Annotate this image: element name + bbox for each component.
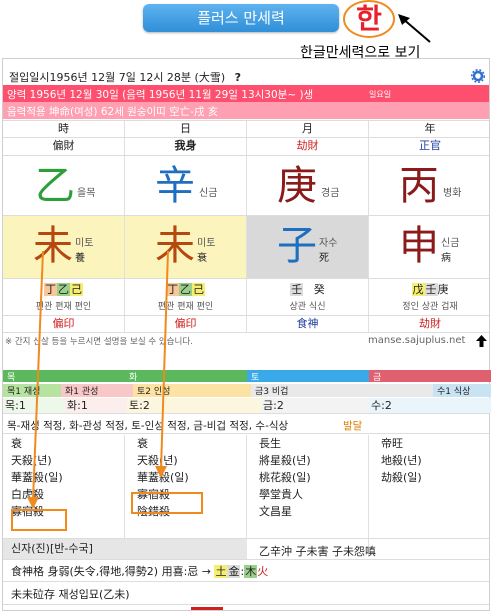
branch-month[interactable]: 子 자수 死	[247, 216, 369, 278]
stage-year[interactable]: 帝旺	[381, 435, 491, 452]
shinsal-item[interactable]: 桃花殺(일)	[259, 469, 368, 486]
ten-god-day-stem[interactable]: 我身	[125, 137, 247, 155]
hidden-stems-day[interactable]: 丁乙己 편관 편재 편인	[125, 279, 247, 315]
structure-row: 食神格 身弱(失令,得地,得勢2) 用喜:忌 → 土金:木火	[3, 559, 489, 582]
count-metal: 금:2	[261, 398, 369, 413]
element-sub-earth: 토2 인성	[133, 384, 251, 397]
hangul-view-button[interactable]: 한	[343, 0, 395, 38]
branch-year[interactable]: 申 신금 病	[369, 216, 491, 278]
arrow-up-icon[interactable]	[476, 335, 487, 347]
hidden-stems-row: 丁乙己 편관 편재 편인 丁乙己 편관 편재 편인 壬 癸 상관 식신 戊壬庚 …	[3, 279, 489, 316]
note-text: ※ 간지 신살 등을 누르시면 설명을 보실 수 있습니다.	[5, 337, 193, 347]
ten-god-year-stem[interactable]: 正官	[369, 137, 491, 155]
hidden-stems-month[interactable]: 壬 癸 상관 식신	[247, 279, 369, 315]
stems-row: 乙 을목 辛 신금 庚 경금 丙 병화	[3, 156, 489, 216]
element-sub-wood: 목1 재성	[3, 384, 61, 397]
help-icon[interactable]: ?	[235, 71, 241, 84]
site-link[interactable]: manse.sajuplus.net	[368, 335, 465, 346]
element-sub-fire: 화1 관성	[61, 384, 133, 397]
stage-hour[interactable]: 衰	[11, 435, 124, 452]
pillar-header-year: 年	[424, 122, 436, 135]
stem-hour[interactable]: 乙 을목	[3, 156, 125, 215]
stage-day[interactable]: 衰	[137, 435, 246, 452]
gear-icon[interactable]	[471, 69, 485, 83]
elements-summary: 목-재성 적정, 화-관성 적정, 토-인성 적정, 금-비겁 적정, 수-식상…	[3, 415, 489, 434]
pillar-header-hour: 時	[3, 121, 125, 137]
branches-row: 未 미토 養 未 미토 衰 子 자수 死 申 신금 病	[3, 216, 489, 279]
stem-month[interactable]: 庚 경금	[247, 156, 369, 215]
solar-birth-line: 양력 1956년 12월 30일 (음력 1956년 11월 29일 13시30…	[3, 85, 489, 102]
annotation-arrow-icon	[398, 14, 431, 43]
count-fire: 화:1	[65, 398, 127, 413]
highlight-box-day	[131, 492, 203, 514]
stage-month[interactable]: 長生	[259, 435, 368, 452]
hidden-stems-year[interactable]: 戊壬庚 정인 상관 겁재	[369, 279, 491, 315]
combination-row: 신자(진)[반-수국] 乙辛沖 子未害 子未怨嗔	[3, 538, 489, 560]
ten-gods-bottom: 偏印 偏印 食神 劫財	[3, 316, 489, 333]
count-earth: 토:2	[127, 398, 261, 413]
structure-text[interactable]: 食神格 身弱(失令,得地,得勢2) 用喜:忌 → 土金:木火	[11, 563, 268, 579]
shinsal-item[interactable]: 天殺(년)	[137, 452, 246, 469]
element-fire: 화	[125, 370, 247, 383]
count-water: 수:2	[369, 398, 491, 413]
ten-gods-top: 偏財 我身 劫財 正官	[3, 137, 489, 156]
scroll-indicator	[191, 607, 223, 610]
count-wood: 목:1	[3, 398, 65, 413]
hidden-stems-hour[interactable]: 丁乙己 편관 편재 편인	[3, 279, 125, 315]
elements-sub: 목1 재성 화1 관성 토2 인성 금3 비겁 수1 식상	[3, 384, 491, 397]
clash-list[interactable]: 乙辛沖 子未害 子未怨嗔	[259, 543, 376, 559]
shinsal-item[interactable]: 劫殺(일)	[381, 469, 491, 486]
shinsal-item[interactable]: 將星殺(년)	[259, 452, 368, 469]
shinsal-item[interactable]: 華蓋殺(일)	[11, 469, 124, 486]
elements-header: 목 화 토 금	[3, 370, 491, 383]
element-sub-water: 수1 식상	[433, 384, 491, 397]
lunar-birth-line: 음력적용 坤命(여성) 62세 원숭이띠 空亡-戌 亥	[3, 102, 489, 119]
shinsal-item[interactable]: 地殺(년)	[381, 452, 491, 469]
ten-god-hour-branch[interactable]: 偏印	[3, 316, 125, 332]
highlight-box-hour	[11, 509, 67, 531]
combination-left[interactable]: 신자(진)[반-수국]	[3, 539, 247, 559]
elements-counts: 목:1 화:1 토:2 금:2 수:2	[3, 398, 491, 414]
ten-god-month-branch[interactable]: 食神	[247, 316, 369, 332]
shinsal-item[interactable]: 學堂貴人	[259, 486, 368, 503]
main-panel: 절입일시1956년 12월 7일 12시 28분 (大雪) ? 양력 1956년…	[2, 58, 491, 611]
term-date-line: 절입일시1956년 12월 7일 12시 28분 (大雪) ?	[9, 71, 242, 84]
pillar-headers: 時 日 月 年	[3, 120, 489, 138]
stem-year[interactable]: 丙 병화	[369, 156, 491, 215]
app-title-button[interactable]: 플러스 만세력	[143, 4, 339, 32]
element-wood: 목	[3, 370, 125, 383]
pillar-header-month: 月	[247, 121, 369, 137]
branch-day[interactable]: 未 미토 衰	[125, 216, 247, 278]
ten-god-month-stem[interactable]: 劫財	[247, 137, 369, 155]
ten-god-day-branch[interactable]: 偏印	[125, 316, 247, 332]
shinsal-item[interactable]: 白虎殺	[11, 486, 124, 503]
element-sub-metal: 금3 비겁	[251, 384, 433, 397]
ten-god-hour-stem[interactable]: 偏財	[3, 137, 125, 155]
shinsal-item[interactable]: 天殺(년)	[11, 452, 124, 469]
tomb-text[interactable]: 未未砬存 재성입묘(乙未)	[11, 586, 130, 602]
shinsal-item[interactable]: 華蓋殺(일)	[137, 469, 246, 486]
ten-god-year-branch[interactable]: 劫財	[369, 316, 491, 332]
note-row: ※ 간지 신살 등을 누르시면 설명을 보실 수 있습니다. manse.saj…	[3, 333, 489, 349]
element-earth: 토	[247, 370, 369, 383]
stem-day[interactable]: 辛 신금	[125, 156, 247, 215]
pillar-header-day: 日	[125, 121, 247, 137]
branch-hour[interactable]: 未 미토 養	[3, 216, 125, 278]
tomb-row: 未未砬存 재성입묘(乙未)	[3, 582, 489, 605]
element-metal: 금	[369, 370, 491, 383]
shinsal-item[interactable]: 文昌星	[259, 503, 368, 520]
